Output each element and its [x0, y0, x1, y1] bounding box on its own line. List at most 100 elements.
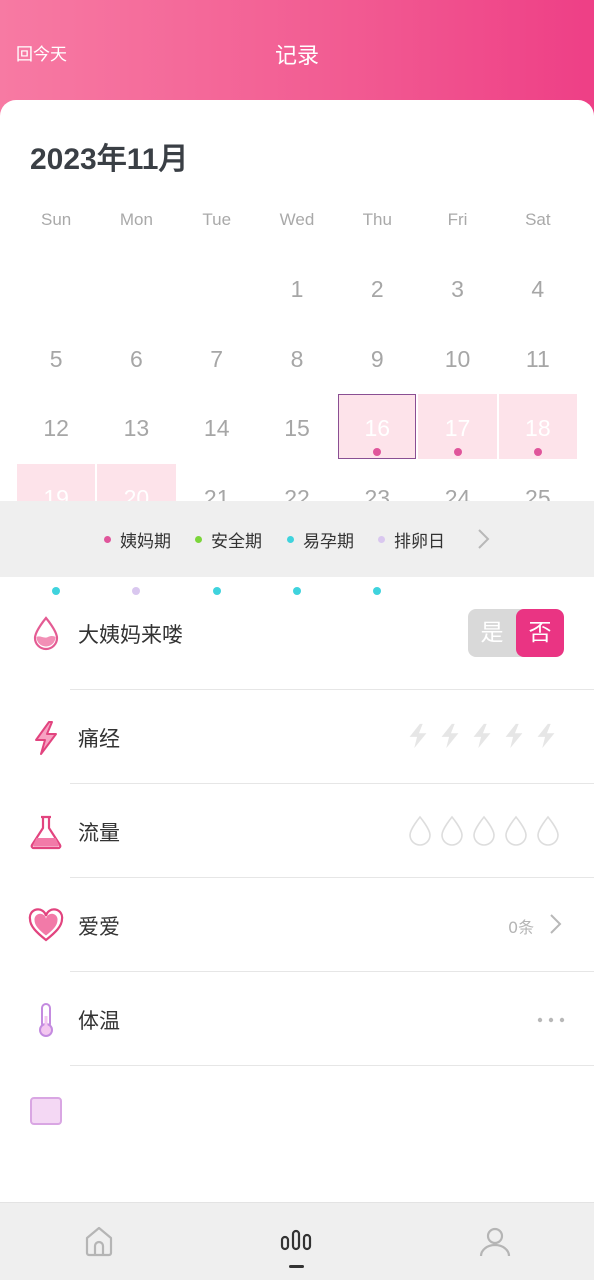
calendar-day[interactable]: 18 — [498, 393, 578, 463]
day-number: 18 — [525, 415, 551, 441]
record-label: 大姨妈来喽 — [78, 623, 183, 647]
record-period: 大姨妈来喽 是 否 — [0, 577, 594, 690]
calendar-week: 12 13 14 15 16 17 18 — [16, 393, 578, 463]
calendar-day[interactable]: 15 — [257, 393, 337, 463]
love-count: 0条 — [508, 918, 535, 937]
calendar-empty-cell — [96, 254, 176, 324]
day-number: 15 — [284, 415, 310, 441]
legend-dot — [287, 535, 294, 543]
record-label: 流量 — [78, 821, 120, 845]
record-next — [0, 1066, 594, 1160]
calendar-day[interactable]: 2 — [337, 254, 417, 324]
records-icon[interactable] — [276, 1221, 316, 1261]
day-number: 14 — [203, 415, 230, 441]
more-icon[interactable] — [536, 1016, 566, 1024]
weekday-label: Thu — [362, 210, 392, 229]
record-temperature[interactable]: 体温 — [0, 972, 594, 1066]
day-number: 1 — [290, 276, 304, 302]
day-status-dot — [453, 448, 462, 456]
record-flow: 流量 — [0, 784, 594, 878]
weekday-label: Tue — [202, 210, 232, 229]
legend-label: 易孕期 — [303, 531, 354, 552]
day-number: 8 — [290, 345, 304, 372]
day-number: 7 — [210, 345, 224, 372]
legend-label: 排卵日 — [394, 531, 445, 552]
flask-icon — [30, 815, 62, 850]
drop-icon[interactable] — [438, 814, 466, 848]
record-label: 体温 — [78, 1009, 120, 1033]
no-option[interactable]: 否 — [516, 609, 564, 657]
calendar-day[interactable]: 7 — [177, 324, 257, 394]
weekday-label: Sat — [525, 210, 551, 229]
record-love[interactable]: 爱爱 0条 — [0, 878, 594, 972]
calendar-icon — [30, 1097, 62, 1125]
calendar-day[interactable]: 11 — [498, 324, 578, 394]
chevron-right-icon[interactable] — [548, 912, 564, 936]
legend-item-fertile: 易孕期 — [287, 529, 354, 552]
month-title[interactable]: 2023年11月 — [30, 134, 188, 178]
calendar-day[interactable]: 3 — [417, 254, 497, 324]
weekday-label: Fri — [447, 210, 468, 229]
day-number: 10 — [444, 345, 471, 372]
lightning-icon[interactable] — [532, 720, 560, 752]
calendar-empty-cell — [177, 254, 257, 324]
calendar-day[interactable]: 12 — [16, 393, 96, 463]
calendar-day[interactable]: 6 — [96, 324, 176, 394]
active-tab-indicator — [289, 1265, 304, 1268]
drop-icon[interactable] — [502, 814, 530, 848]
legend-dot — [104, 535, 111, 543]
record-list: 大姨妈来喽 是 否 痛经 流量 爱爱 0条 体温 — [0, 577, 594, 1160]
calendar-day[interactable]: 13 — [96, 393, 176, 463]
weekday-label: Sun — [41, 210, 72, 229]
calendar-week: 1 2 3 4 — [16, 254, 578, 324]
day-number: 16 — [364, 415, 391, 441]
period-toggle[interactable]: 是 否 — [468, 609, 564, 657]
legend-dot — [195, 535, 202, 543]
drop-icon[interactable] — [406, 814, 434, 848]
drop-icon — [33, 616, 59, 651]
home-icon[interactable] — [79, 1221, 119, 1261]
day-number: 12 — [43, 415, 69, 441]
calendar-day[interactable]: 14 — [177, 393, 257, 463]
lightning-icon[interactable] — [436, 720, 464, 752]
lightning-icon[interactable] — [500, 720, 528, 752]
calendar-day[interactable]: 9 — [337, 324, 417, 394]
record-label: 痛经 — [78, 727, 120, 751]
chevron-right-icon[interactable] — [474, 527, 494, 551]
calendar-day[interactable]: 16 — [337, 393, 417, 463]
record-pain: 痛经 — [0, 690, 594, 784]
calendar-day[interactable]: 5 — [16, 324, 96, 394]
legend-dot — [378, 535, 385, 543]
bottom-nav — [0, 1202, 594, 1280]
calendar-day[interactable]: 4 — [498, 254, 578, 324]
record-label: 爱爱 — [78, 915, 120, 939]
legend-label: 安全期 — [211, 531, 262, 552]
calendar-day[interactable]: 17 — [417, 393, 497, 463]
flow-rating[interactable] — [402, 814, 562, 848]
calendar-day[interactable]: 1 — [257, 254, 337, 324]
calendar-empty-cell — [16, 254, 96, 324]
day-number: 11 — [525, 345, 550, 372]
drop-icon[interactable] — [470, 814, 498, 848]
legend-bar: 姨妈期 安全期 易孕期 排卵日 — [0, 501, 594, 577]
day-number: 2 — [370, 276, 384, 302]
lightning-icon[interactable] — [404, 720, 432, 752]
thermometer-icon — [39, 1003, 53, 1037]
calendar-day[interactable]: 8 — [257, 324, 337, 394]
day-number: 6 — [130, 345, 143, 372]
drop-icon[interactable] — [534, 814, 562, 848]
page-title: 记录 — [274, 44, 319, 69]
calendar-day[interactable]: 10 — [417, 324, 497, 394]
pain-rating[interactable] — [400, 720, 560, 752]
person-icon[interactable] — [475, 1221, 515, 1261]
day-number: 9 — [370, 345, 384, 372]
lightning-icon[interactable] — [468, 720, 496, 752]
lightning-icon — [35, 721, 57, 755]
yes-option[interactable]: 是 — [468, 609, 516, 657]
app-screen: 回今天 记录 2023年11月 Sun Mon Tue Wed Thu Fri … — [0, 0, 594, 1280]
day-number: 4 — [531, 276, 545, 302]
day-number: 13 — [123, 415, 150, 441]
weekday-label: Wed — [279, 210, 315, 229]
calendar-week: 5 6 7 8 9 10 11 — [16, 324, 578, 394]
day-status-dot — [533, 448, 542, 456]
